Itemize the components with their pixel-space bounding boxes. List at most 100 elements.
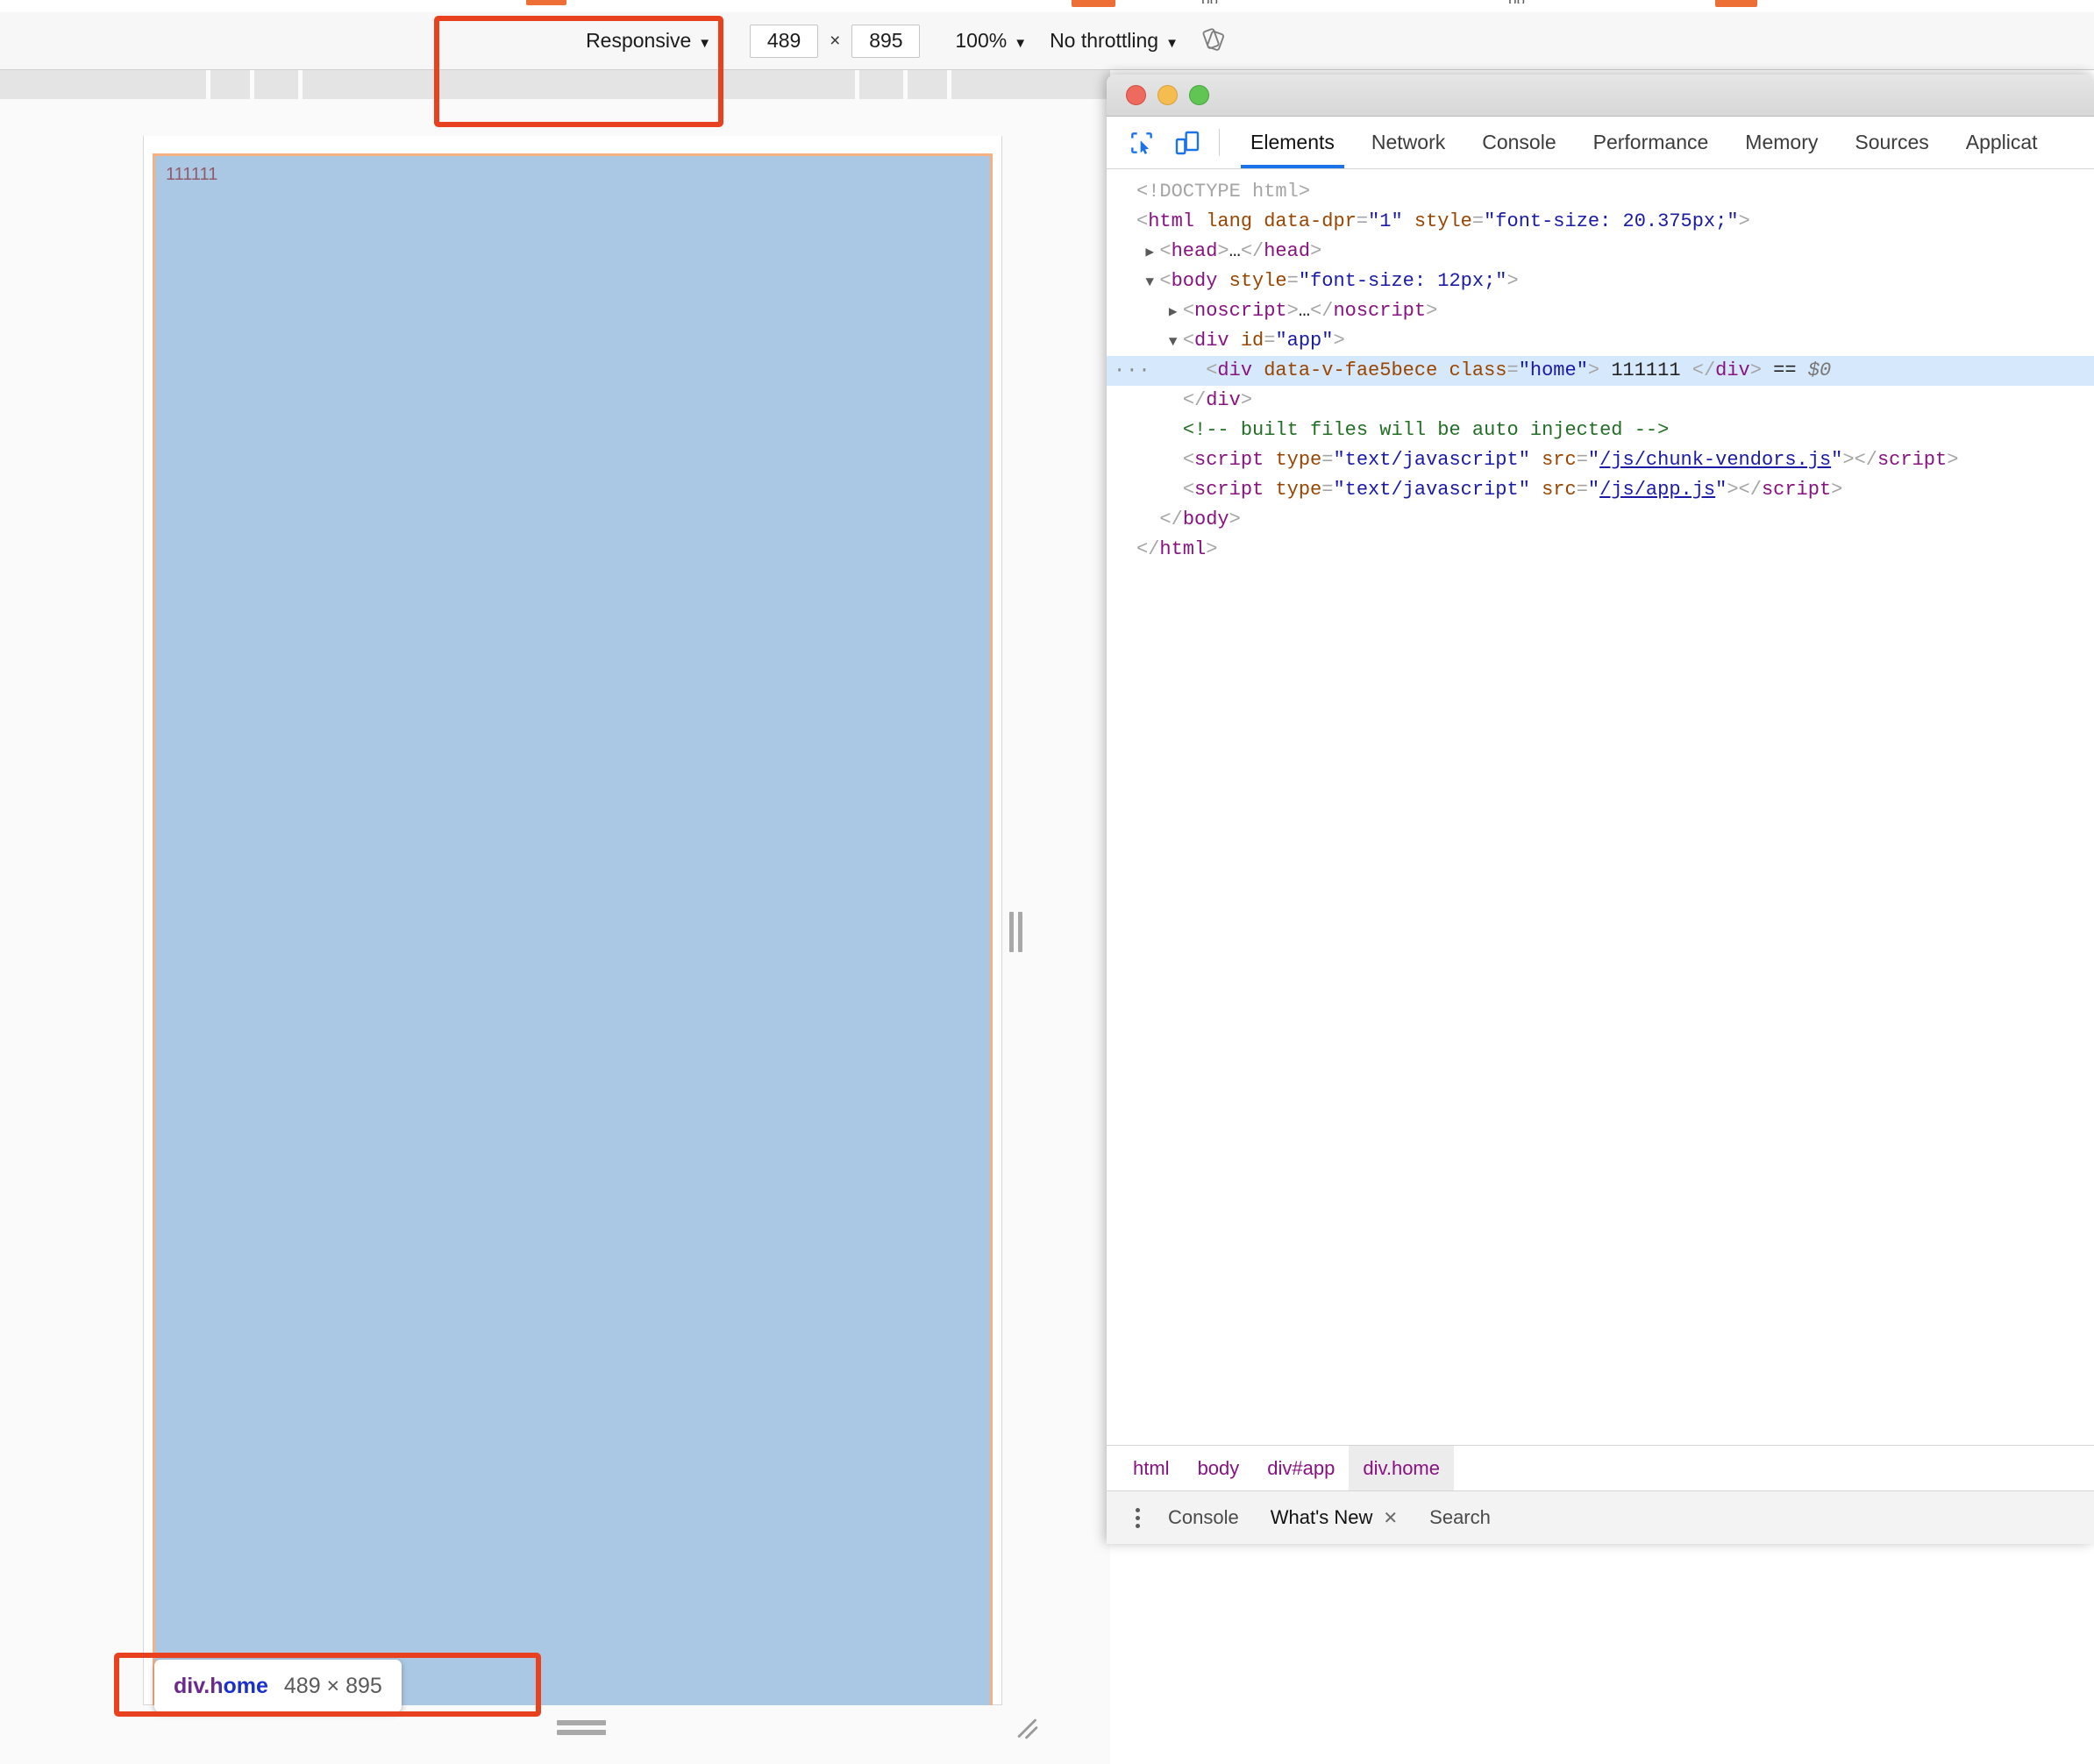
code-token: =: [1356, 210, 1369, 232]
code-token: <!DOCTYPE html>: [1136, 181, 1311, 203]
drawer-tab-whats-new[interactable]: What's New ✕: [1255, 1506, 1414, 1529]
tab-fragment-1[interactable]: [1072, 0, 1115, 7]
tab-network[interactable]: Network: [1353, 117, 1464, 168]
tab-fragment-2[interactable]: [1715, 0, 1757, 7]
dom-node-div-app[interactable]: ▼ <div id="app">: [1107, 326, 2094, 356]
dom-node-noscript[interactable]: ▶ <noscript>…</noscript>: [1107, 296, 2094, 326]
code-token: head: [1171, 240, 1218, 262]
code-token: 111111: [1611, 359, 1681, 381]
browser-tab-strip: pp pp: [0, 0, 2094, 12]
tab-label: Sources: [1855, 131, 1929, 153]
tab-label: Applicat: [1965, 131, 2038, 153]
minimize-window-button[interactable]: [1157, 85, 1178, 105]
dom-node-html-open[interactable]: <html lang data-dpr="1" style="font-size…: [1107, 207, 2094, 237]
elements-dom-tree[interactable]: <!DOCTYPE html> <html lang data-dpr="1" s…: [1107, 170, 2094, 1445]
close-icon[interactable]: ✕: [1383, 1507, 1398, 1529]
dom-node-comment[interactable]: <!-- built files will be auto injected -…: [1107, 416, 2094, 445]
viewport-corner-resize-handle[interactable]: [1013, 1714, 1043, 1744]
tab-console[interactable]: Console: [1464, 117, 1574, 168]
more-options-icon[interactable]: [1122, 1507, 1152, 1528]
code-token: >: [1749, 359, 1762, 381]
rotate-device-icon[interactable]: [1201, 25, 1228, 56]
code-token: script: [1761, 479, 1832, 501]
code-token: style: [1229, 270, 1287, 292]
tab-label: Network: [1371, 131, 1446, 153]
device-emulation-toolbar: Responsive ▼ 489 × 895 100% ▼ No throttlin…: [0, 12, 2094, 70]
code-token: lang: [1206, 210, 1253, 232]
breadcrumb-div-home[interactable]: div.home: [1349, 1445, 1454, 1491]
disclosure-triangle-icon[interactable]: ▶: [1145, 238, 1159, 267]
dom-node-div-app-close[interactable]: </div>: [1107, 386, 2094, 416]
dom-node-script-app[interactable]: <script type="text/javascript" src="/js/…: [1107, 475, 2094, 505]
close-window-button[interactable]: [1126, 85, 1146, 105]
drawer-tab-console[interactable]: Console: [1152, 1506, 1255, 1529]
dom-node-script-vendors[interactable]: <script type="text/javascript" src="/js/…: [1107, 445, 2094, 475]
throttling-selector[interactable]: No throttling ▼: [1050, 29, 1179, 53]
dom-node-body-open[interactable]: ▼ <body style="font-size: 12px;">: [1107, 267, 2094, 296]
devtools-window: Elements Network Console Performance Mem…: [1107, 75, 2094, 1544]
tab-sources[interactable]: Sources: [1836, 117, 1947, 168]
zoom-selector[interactable]: 100% ▼: [955, 29, 1027, 53]
viewport-width-drag-handle[interactable]: [1009, 912, 1023, 952]
device-mode-ruler[interactable]: [0, 70, 1110, 99]
tab-application[interactable]: Applicat: [1948, 117, 2056, 168]
device-preset-selector[interactable]: Responsive ▼: [586, 29, 711, 53]
dom-node-html-close[interactable]: </html>: [1107, 535, 2094, 565]
drawer-tab-search[interactable]: Search: [1414, 1506, 1506, 1529]
inspect-element-icon[interactable]: [1119, 117, 1165, 168]
code-token: script: [1194, 449, 1264, 471]
code-token: <!-- built files will be auto injected -…: [1182, 419, 1670, 441]
viewport-height-drag-handle[interactable]: [557, 1720, 606, 1736]
code-token: =: [1264, 330, 1276, 352]
drawer-tab-label: What's New: [1270, 1506, 1373, 1528]
drawer-tab-label: Search: [1429, 1506, 1491, 1528]
code-token: div: [1217, 359, 1253, 381]
code-token: html: [1148, 210, 1195, 232]
code-token: >: [1738, 210, 1750, 232]
code-token[interactable]: /js/chunk-vendors.js: [1599, 449, 1831, 471]
breadcrumb-div-app[interactable]: div#app: [1253, 1446, 1349, 1491]
code-token: "text/javascript": [1333, 449, 1530, 471]
dom-node-div-home[interactable]: ··· <div data-v-fae5bece class="home"> 1…: [1107, 356, 2094, 386]
device-toolbar-icon[interactable]: [1165, 117, 1210, 168]
dom-node-head[interactable]: ▶ <head>…</head>: [1107, 237, 2094, 267]
tab-fragment-3[interactable]: [526, 0, 566, 5]
code-token: body: [1182, 509, 1229, 530]
devtools-tabbar: Elements Network Console Performance Mem…: [1107, 117, 2094, 169]
tab-elements[interactable]: Elements: [1232, 117, 1353, 168]
dimension-separator: ×: [830, 30, 841, 51]
disclosure-triangle-icon[interactable]: ▼: [1145, 267, 1159, 297]
maximize-window-button[interactable]: [1189, 85, 1209, 105]
code-token: <: [1182, 449, 1195, 471]
code-token: >: [1333, 330, 1345, 352]
breadcrumb-html[interactable]: html: [1119, 1446, 1184, 1491]
tab-memory[interactable]: Memory: [1727, 117, 1836, 168]
code-token: ": [1587, 449, 1600, 471]
code-token: =: [1506, 359, 1519, 381]
code-token: div: [1715, 359, 1750, 381]
code-token: =: [1471, 210, 1485, 232]
viewport-width-input[interactable]: 489: [750, 24, 819, 58]
tab-performance[interactable]: Performance: [1575, 117, 1727, 168]
tab-label: Memory: [1745, 131, 1819, 153]
tab-text-fragment-2: pp: [1508, 0, 1525, 4]
disclosure-triangle-icon[interactable]: ▶: [1169, 297, 1183, 327]
dom-node-doctype[interactable]: <!DOCTYPE html>: [1107, 177, 2094, 207]
dom-node-body-close[interactable]: </body>: [1107, 505, 2094, 535]
code-token[interactable]: /js/app.js: [1599, 479, 1715, 501]
highlighted-element-overlay[interactable]: 111111: [153, 153, 993, 1705]
breadcrumb-body[interactable]: body: [1184, 1446, 1254, 1491]
code-token: </: [1182, 389, 1207, 411]
devtools-titlebar[interactable]: [1107, 75, 2094, 117]
tab-text-fragment-1: pp: [1201, 0, 1218, 4]
tooltip-selector: div.home: [174, 1673, 268, 1698]
ruler-tick: [206, 70, 210, 99]
node-overflow-dots[interactable]: ···: [1114, 356, 1151, 386]
disclosure-triangle-icon[interactable]: ▼: [1169, 327, 1183, 357]
chevron-down-icon: ▼: [698, 36, 712, 51]
viewport-height-input[interactable]: 895: [851, 24, 921, 58]
